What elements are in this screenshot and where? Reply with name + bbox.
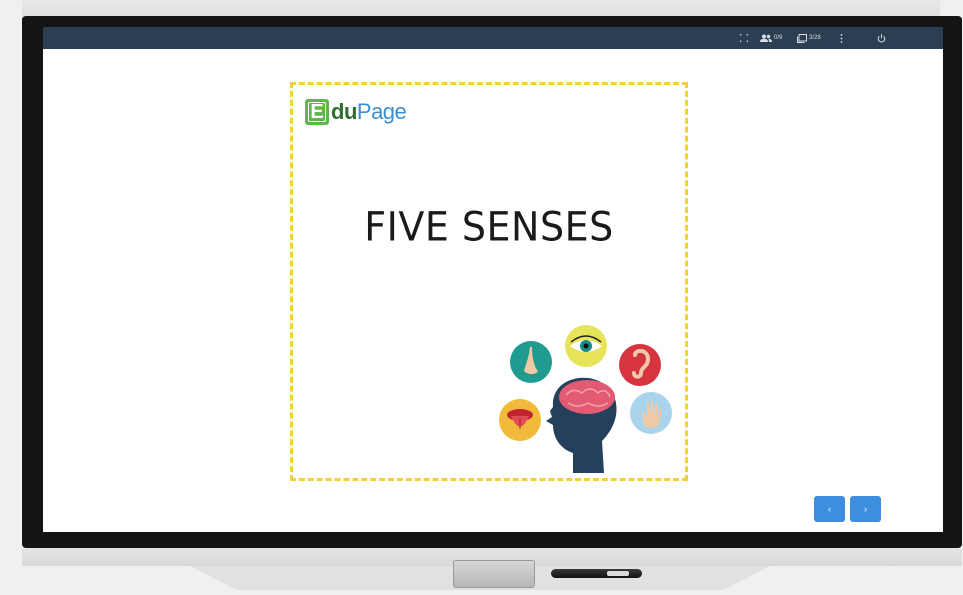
- slides-counter-button[interactable]: 3/28: [797, 27, 821, 49]
- power-button[interactable]: [877, 27, 886, 49]
- five-senses-illustration: [499, 325, 672, 473]
- participants-button[interactable]: 0/9: [760, 27, 782, 49]
- participants-count: 0/9: [774, 35, 783, 41]
- tongue-sense-icon: [499, 399, 541, 441]
- more-menu-button[interactable]: [840, 27, 843, 49]
- fullscreen-button[interactable]: [740, 27, 748, 49]
- logo-text-page: Page: [356, 99, 407, 124]
- next-slide-button[interactable]: ›: [850, 496, 881, 522]
- logo-e-mark: E: [305, 99, 329, 125]
- more-vertical-icon: [840, 33, 843, 43]
- ear-sense-icon: [619, 344, 661, 386]
- edupage-logo: E du Page: [305, 99, 407, 125]
- current-slide: E du Page FIVE SENSES: [290, 82, 688, 481]
- slide-title: FIVE SENSES: [364, 203, 614, 251]
- slides-count: 3/28: [809, 35, 821, 41]
- participants-icon: [760, 34, 772, 42]
- power-icon: [877, 33, 886, 42]
- hand-touch-sense-icon: [630, 392, 672, 434]
- eraser-tool[interactable]: [453, 560, 535, 588]
- logo-text-du: du: [331, 99, 357, 124]
- nose-sense-icon: [510, 341, 552, 383]
- stylus-pen-tool[interactable]: [551, 569, 642, 578]
- brain-icon: [559, 380, 615, 414]
- fullscreen-icon: [740, 34, 748, 42]
- top-toolbar: 0/9 3/28: [43, 27, 943, 49]
- previous-slide-button[interactable]: ‹: [814, 496, 845, 522]
- slides-icon: [797, 33, 807, 43]
- chevron-right-icon: ›: [864, 504, 867, 514]
- chevron-left-icon: ‹: [828, 504, 831, 514]
- eye-sense-icon: [565, 325, 607, 367]
- presentation-screen: 0/9 3/28 E du Page FIVE SENSES ‹ ›: [43, 27, 943, 532]
